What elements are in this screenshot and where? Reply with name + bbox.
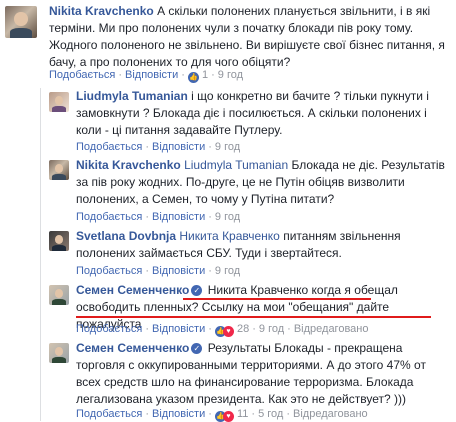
reply-button[interactable]: Відповісти	[152, 141, 205, 153]
like-button[interactable]: Подобається	[76, 408, 142, 420]
reply-button[interactable]: Відповісти	[125, 69, 178, 81]
comment-body: Nikita Kravchenko Liudmyla Tumanian Блок…	[76, 157, 446, 208]
author-name[interactable]: Nikita Kravchenko	[76, 158, 181, 172]
comment-actions: Подобається · Відповісти · 👍 ♥ 11 · 5 год · Відре…	[76, 408, 368, 422]
avatar[interactable]	[49, 160, 69, 180]
timestamp[interactable]: 9 год	[259, 323, 284, 335]
comment-body: Liudmyla Tumanian і що конкретно ви бачи…	[76, 88, 446, 139]
reply-button[interactable]: Відповісти	[152, 211, 205, 223]
edited-label[interactable]: Відредаговано	[293, 408, 368, 420]
author-name[interactable]: Liudmyla Tumanian	[76, 89, 188, 103]
reply-mention[interactable]: Никита Кравченко	[179, 229, 279, 243]
edited-label[interactable]: Відредаговано	[294, 323, 369, 335]
author-name[interactable]: Семен Семенченко	[76, 341, 189, 355]
like-thumb-icon: 👍	[187, 72, 199, 83]
avatar[interactable]	[49, 343, 69, 363]
like-button[interactable]: Подобається	[76, 141, 142, 153]
timestamp[interactable]: 9 год	[218, 69, 243, 81]
verified-badge-icon: ✓	[191, 343, 203, 354]
timestamp[interactable]: 5 год	[258, 408, 283, 420]
like-count[interactable]: 1	[202, 69, 208, 81]
author-name[interactable]: Nikita Kravchenko	[49, 4, 154, 18]
timestamp[interactable]: 9 год	[215, 211, 240, 223]
heart-reaction-icon: ♥	[222, 326, 234, 337]
avatar[interactable]	[49, 92, 69, 112]
like-button[interactable]: Подобається	[49, 69, 115, 81]
comment-actions: Подобається · Відповісти · 9 год	[76, 211, 241, 223]
avatar[interactable]	[5, 6, 37, 38]
reply-button[interactable]: Відповісти	[152, 408, 205, 420]
timestamp[interactable]: 9 год	[215, 141, 240, 153]
reply-button[interactable]: Відповісти	[152, 265, 205, 277]
comment-body: Семен Семенченко ✓ Результаты Блокады - п…	[76, 340, 451, 408]
like-button[interactable]: Подобається	[76, 211, 142, 223]
avatar[interactable]	[49, 285, 69, 305]
comment-actions: Подобається · Відповісти · 9 год	[76, 265, 241, 277]
timestamp[interactable]: 9 год	[215, 265, 240, 277]
verified-badge-icon: ✓	[191, 285, 203, 296]
like-button[interactable]: Подобається	[76, 323, 142, 335]
reply-thread-line	[40, 88, 41, 421]
like-count[interactable]: 28	[237, 323, 249, 335]
heart-reaction-icon: ♥	[222, 411, 234, 422]
comment-actions: Подобається · Відповісти · 👍 ♥ 28 · 9 год · Відре…	[76, 323, 369, 337]
highlight-underline	[76, 316, 431, 318]
avatar[interactable]	[49, 231, 69, 251]
author-name[interactable]: Семен Семенченко	[76, 283, 189, 297]
comment-actions: Подобається · Відповісти · 👍 1 · 9 год	[49, 69, 244, 83]
comment-body: Svetlana Dovbnja Никита Кравченко питанн…	[76, 228, 446, 262]
comment-body: Nikita Kravchenko А скільки полонених пл…	[49, 3, 449, 71]
reply-mention[interactable]: Liudmyla Tumanian	[184, 158, 288, 172]
reply-button[interactable]: Відповісти	[152, 323, 205, 335]
author-name[interactable]: Svetlana Dovbnja	[76, 229, 176, 243]
like-button[interactable]: Подобається	[76, 265, 142, 277]
comment-actions: Подобається · Відповісти · 9 год	[76, 141, 241, 153]
like-count[interactable]: 11	[237, 408, 248, 420]
highlight-underline	[183, 298, 371, 300]
